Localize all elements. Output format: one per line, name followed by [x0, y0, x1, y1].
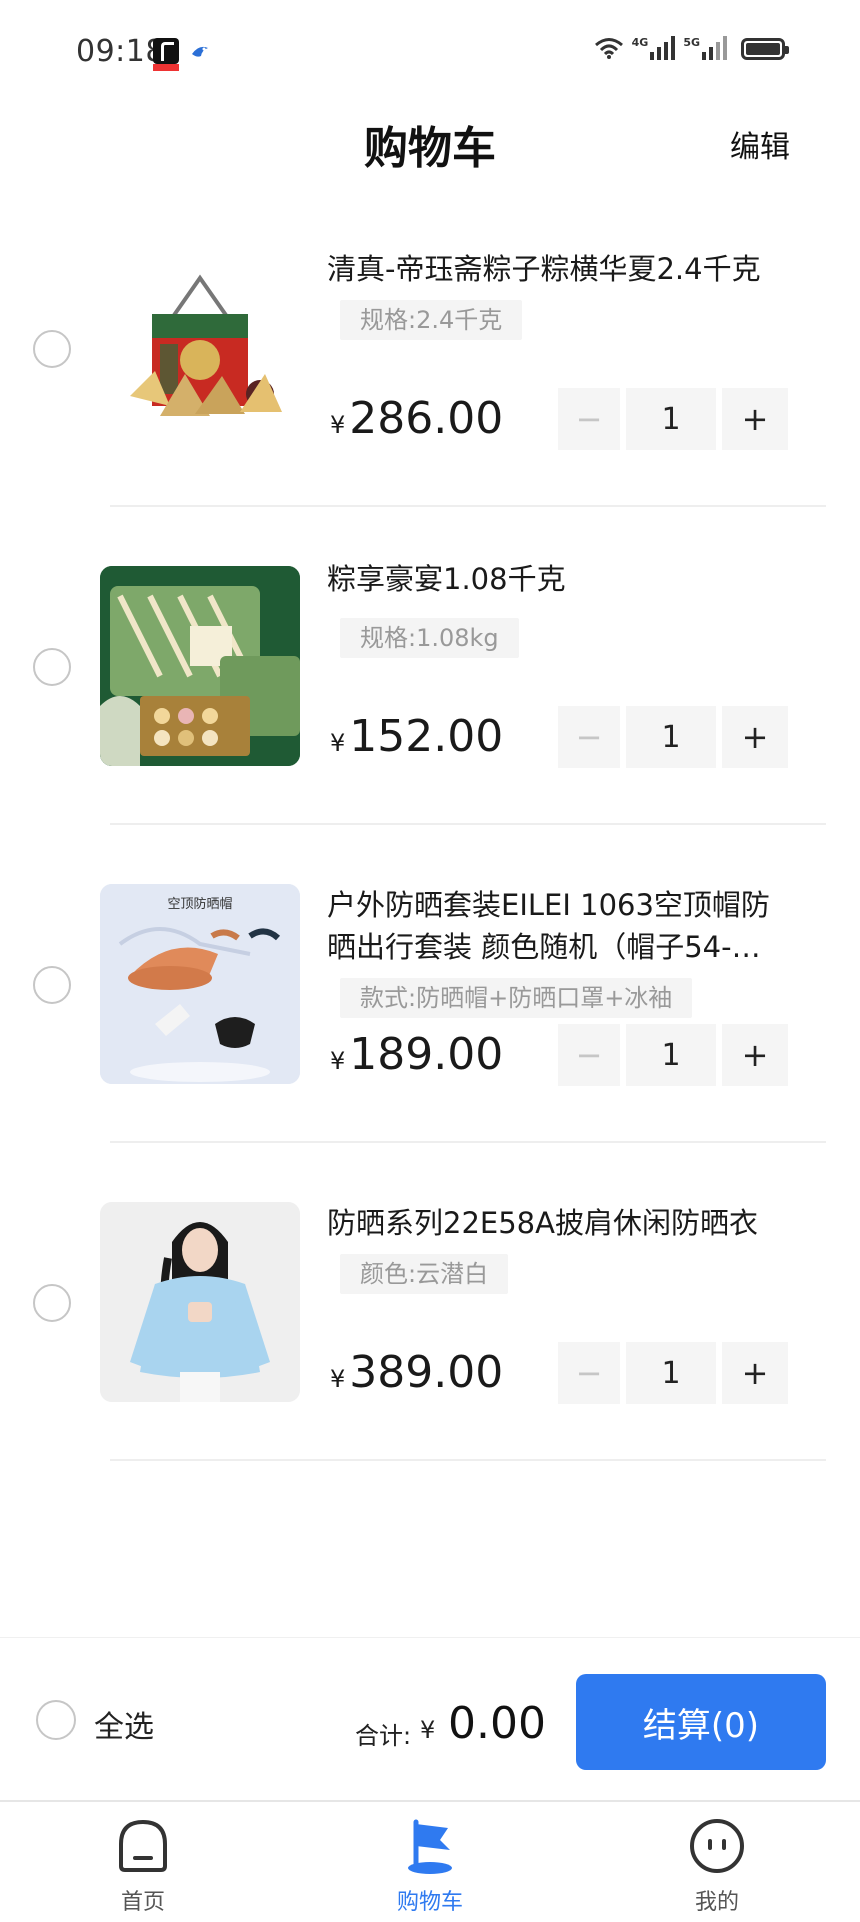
tab-cart[interactable]: 购物车	[360, 1816, 500, 1916]
product-price: ¥389.00	[330, 1347, 503, 1398]
quantity-value[interactable]: 1	[626, 1024, 716, 1086]
product-title[interactable]: 户外防晒套装EILEI 1063空顶帽防晒出行套装 颜色随机（帽子54-…	[327, 884, 797, 968]
quantity-decrease-button[interactable]: −	[558, 1024, 620, 1086]
thumb-caption: 空顶防晒帽	[167, 896, 232, 912]
price-value: 286.00	[349, 393, 504, 444]
profile-face-icon	[690, 1819, 744, 1873]
product-spec[interactable]: 款式:防晒帽+防晒口罩+冰袖	[340, 978, 693, 1018]
item-select-radio[interactable]	[33, 1284, 71, 1322]
status-time: 09:18	[76, 34, 165, 69]
item-select-radio[interactable]	[33, 648, 71, 686]
wifi-icon	[594, 38, 623, 59]
status-system-icons: 4G 5G	[594, 36, 789, 60]
product-title[interactable]: 清真-帝珏斋粽子粽横华夏2.4千克	[327, 248, 797, 290]
cart-item: 防晒系列22E58A披肩休闲防晒衣 颜色:云潜白 ¥389.00 − 1 +	[0, 1142, 860, 1461]
product-price: ¥286.00	[330, 393, 503, 444]
network-type-label-2: 5G	[683, 36, 700, 49]
bird-app-icon	[192, 46, 208, 57]
product-image-zongzi-tin[interactable]	[100, 566, 300, 766]
quantity-increase-button[interactable]: +	[722, 706, 788, 768]
item-divider	[110, 1459, 826, 1461]
checkout-button[interactable]: 结算(0)	[576, 1674, 826, 1770]
total-amount: 0.00	[448, 1698, 546, 1749]
quantity-stepper: − 1 +	[558, 1342, 788, 1404]
price-currency: ¥	[330, 1365, 346, 1393]
battery-icon	[741, 38, 789, 60]
price-value: 189.00	[349, 1029, 504, 1080]
product-image-sun-visor-set[interactable]: 空顶防晒帽	[100, 884, 300, 1084]
price-currency: ¥	[330, 729, 346, 757]
product-spec[interactable]: 规格:1.08kg	[340, 618, 519, 658]
quantity-stepper: − 1 +	[558, 388, 788, 450]
quantity-decrease-button[interactable]: −	[558, 388, 620, 450]
select-all-label[interactable]: 全选	[94, 1702, 154, 1746]
signal-icon-2	[702, 36, 727, 60]
price-currency: ¥	[330, 411, 346, 439]
quantity-increase-button[interactable]: +	[722, 388, 788, 450]
tab-profile-label: 我的	[694, 1890, 739, 1915]
product-spec[interactable]: 规格:2.4千克	[340, 300, 523, 340]
edit-button[interactable]: 编辑	[730, 122, 790, 166]
quantity-decrease-button[interactable]: −	[558, 1342, 620, 1404]
quantity-stepper: − 1 +	[558, 1024, 788, 1086]
cart-item: 粽享豪宴1.08千克 规格:1.08kg ¥152.00 − 1 +	[0, 506, 860, 825]
product-price: ¥189.00	[330, 1029, 503, 1080]
quantity-stepper: − 1 +	[558, 706, 788, 768]
bottom-tab-bar: 首页 购物车 我的	[0, 1800, 860, 1922]
quantity-value[interactable]: 1	[626, 388, 716, 450]
price-value: 152.00	[349, 711, 504, 762]
cart-item: 空顶防晒帽 户外防晒套装EILEI 1063空顶帽防晒出行套装 颜色随机（帽子5…	[0, 824, 860, 1143]
tiktok-app-icon	[153, 38, 179, 71]
tab-home-label: 首页	[120, 1890, 165, 1915]
product-image-zongzi-giftbox[interactable]	[100, 256, 300, 456]
product-price: ¥152.00	[330, 711, 503, 762]
tab-profile[interactable]: 我的	[647, 1816, 787, 1916]
quantity-decrease-button[interactable]: −	[558, 706, 620, 768]
quantity-increase-button[interactable]: +	[722, 1342, 788, 1404]
tab-home[interactable]: 首页	[73, 1816, 213, 1916]
signal-icon	[650, 36, 676, 60]
total-currency: ¥	[420, 1716, 436, 1744]
product-title[interactable]: 粽享豪宴1.08千克	[327, 558, 797, 600]
price-value: 389.00	[349, 1347, 504, 1398]
product-spec[interactable]: 颜色:云潜白	[340, 1254, 509, 1294]
home-icon	[119, 1819, 167, 1872]
item-select-radio[interactable]	[33, 330, 71, 368]
price-currency: ¥	[330, 1047, 346, 1075]
select-all-radio[interactable]	[36, 1700, 76, 1740]
checkout-bar: 全选 合计: ¥ 0.00 结算(0)	[0, 1637, 860, 1798]
quantity-value[interactable]: 1	[626, 706, 716, 768]
tab-cart-label: 购物车	[396, 1890, 463, 1915]
network-type-label: 4G	[631, 36, 649, 49]
status-notification-icons	[153, 38, 211, 71]
item-select-radio[interactable]	[33, 966, 71, 1004]
quantity-value[interactable]: 1	[626, 1342, 716, 1404]
quantity-increase-button[interactable]: +	[722, 1024, 788, 1086]
status-bar: 09:18 4G 5G	[0, 0, 860, 100]
page-header: 购物车 编辑	[0, 100, 860, 180]
cart-item: 清真-帝珏斋粽子粽横华夏2.4千克 规格:2.4千克 ¥286.00 − 1 +	[0, 188, 860, 507]
cart-flag-icon	[408, 1819, 452, 1874]
product-title[interactable]: 防晒系列22E58A披肩休闲防晒衣	[327, 1202, 797, 1244]
total-label: 合计:	[355, 1722, 412, 1750]
product-image-sun-jacket[interactable]	[100, 1202, 300, 1402]
